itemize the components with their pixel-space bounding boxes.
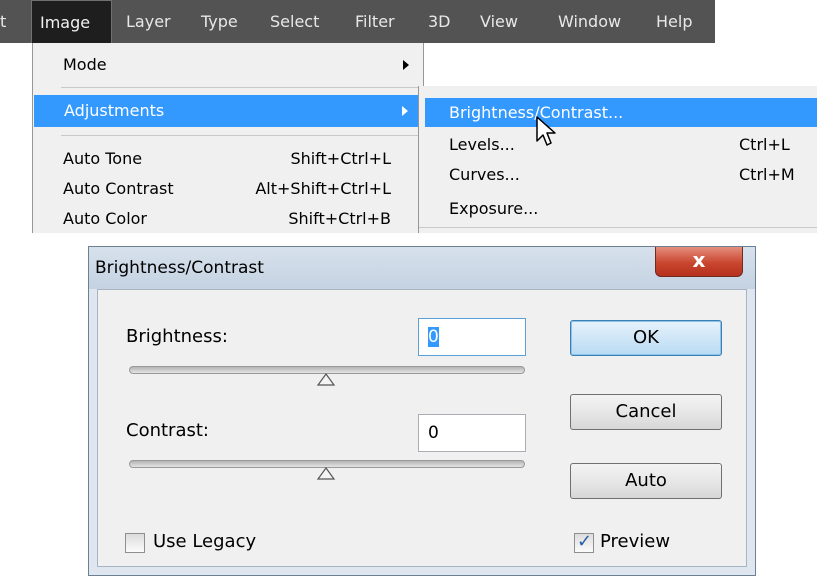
submenu-item-levels[interactable]: Levels... Ctrl+L	[419, 130, 817, 159]
dialog-title: Brightness/Contrast	[95, 258, 264, 278]
menu-item-label: Adjustments	[64, 101, 165, 120]
menu-type[interactable]: Type	[201, 0, 238, 43]
use-legacy-checkbox[interactable]	[125, 533, 145, 553]
use-legacy-label: Use Legacy	[153, 531, 257, 552]
menu-layer[interactable]: Layer	[126, 0, 171, 43]
menu-view[interactable]: View	[480, 0, 518, 43]
menu-item-label: Auto Tone	[63, 149, 143, 168]
submenu-item-exposure[interactable]: Exposure...	[419, 194, 817, 223]
menu-item-label: Auto Color	[63, 209, 148, 228]
menu-3d[interactable]: 3D	[428, 0, 451, 43]
menu-image[interactable]: Image	[31, 0, 112, 43]
menu-separator	[61, 87, 421, 88]
submenu-arrow-icon	[403, 60, 409, 70]
menu-item-label: Levels...	[449, 135, 515, 154]
ok-button[interactable]: OK	[570, 320, 722, 356]
adjustments-submenu: Brightness/Contrast... Levels... Ctrl+L …	[418, 86, 817, 233]
contrast-label: Contrast:	[126, 420, 209, 441]
menu-item-auto-contrast[interactable]: Auto Contrast Alt+Shift+Ctrl+L	[33, 173, 423, 205]
menu-item-auto-tone[interactable]: Auto Tone Shift+Ctrl+L	[33, 143, 423, 175]
menu-separator	[419, 227, 817, 228]
menu-item-shortcut: Shift+Ctrl+L	[290, 149, 391, 168]
menu-item-shortcut: Alt+Shift+Ctrl+L	[255, 179, 391, 198]
submenu-item-brightness-contrast[interactable]: Brightness/Contrast...	[425, 98, 817, 127]
cancel-button[interactable]: Cancel	[570, 394, 722, 430]
menu-item-adjustments[interactable]: Adjustments	[34, 95, 422, 127]
menu-help[interactable]: Help	[656, 0, 692, 43]
dialog-body: Brightness: 0 Contrast: 0 OK Cancel Auto…	[97, 289, 747, 567]
menu-separator	[61, 135, 421, 136]
submenu-arrow-icon	[402, 106, 408, 116]
image-menu-dropdown: Mode Adjustments Auto Tone Shift+Ctrl+L …	[32, 43, 424, 233]
preview-label: Preview	[600, 531, 671, 552]
menu-item-auto-color[interactable]: Auto Color Shift+Ctrl+B	[33, 203, 423, 233]
menu-item-shortcut: Shift+Ctrl+B	[288, 209, 391, 228]
submenu-item-curves[interactable]: Curves... Ctrl+M	[419, 160, 817, 189]
menu-item-shortcut: Ctrl+M	[739, 165, 795, 184]
menu-item-mode[interactable]: Mode	[33, 49, 423, 81]
menu-item-label: Curves...	[449, 165, 520, 184]
brightness-label: Brightness:	[126, 326, 228, 347]
preview-checkbox[interactable]: ✓	[574, 531, 594, 553]
close-icon: x	[692, 248, 706, 272]
menu-file-edge[interactable]: t	[0, 0, 6, 43]
mouse-cursor-icon	[536, 116, 556, 146]
brightness-input[interactable]: 0	[418, 318, 526, 356]
menu-item-label: Auto Contrast	[63, 179, 174, 198]
checkmark-icon: ✓	[577, 531, 593, 552]
menu-item-label: Exposure...	[449, 199, 539, 218]
menu-window[interactable]: Window	[558, 0, 621, 43]
contrast-input[interactable]: 0	[418, 414, 526, 452]
dialog-titlebar[interactable]: Brightness/Contrast x	[89, 247, 755, 289]
menu-bar: t Image Layer Type Select Filter 3D View…	[0, 0, 715, 43]
menu-item-shortcut: Ctrl+L	[739, 135, 790, 154]
contrast-slider-thumb[interactable]	[316, 467, 336, 481]
close-button[interactable]: x	[655, 247, 743, 277]
menu-item-label: Mode	[63, 55, 107, 74]
brightness-slider-thumb[interactable]	[316, 373, 336, 387]
menu-select[interactable]: Select	[270, 0, 319, 43]
brightness-contrast-dialog: Brightness/Contrast x Brightness: 0 Cont…	[88, 246, 756, 576]
auto-button[interactable]: Auto	[570, 463, 722, 499]
menu-filter[interactable]: Filter	[355, 0, 395, 43]
